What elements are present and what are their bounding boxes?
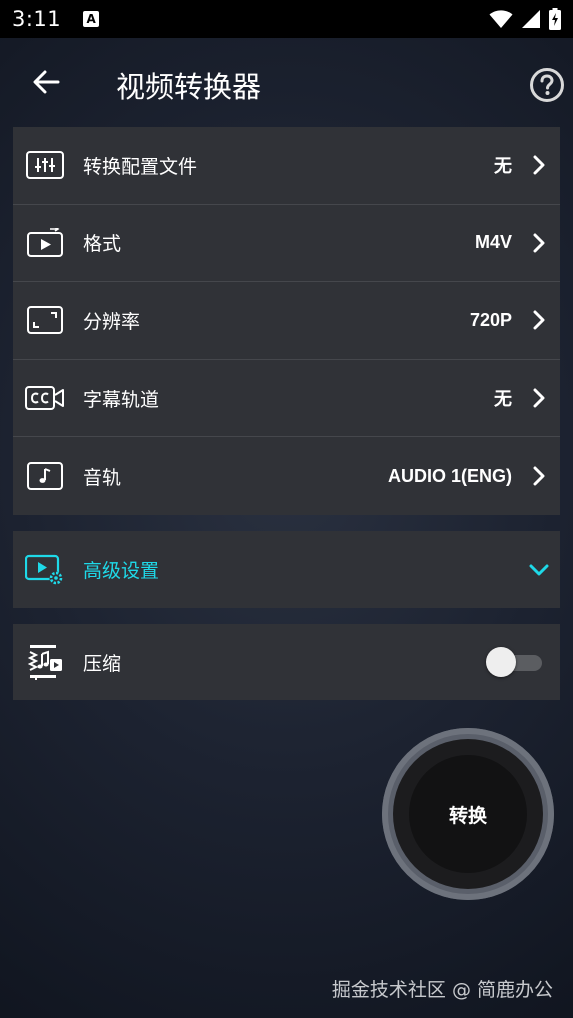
status-bar: 3:11 A — [0, 0, 573, 38]
setting-value: M4V — [474, 232, 512, 253]
convert-button[interactable]: 转换 — [409, 755, 527, 873]
compress-icon — [27, 645, 62, 680]
compress-card: 压缩 — [13, 624, 560, 700]
setting-label: 转换配置文件 — [83, 155, 198, 178]
chevron-right-icon — [533, 310, 545, 330]
watermark-text: 掘金技术社区 @ 简鹿办公 — [331, 979, 553, 1001]
app-bar: 视频转换器 — [0, 38, 573, 126]
setting-value: AUDIO 1(ENG) — [387, 465, 512, 486]
video-format-icon — [27, 227, 63, 257]
setting-row-audio[interactable]: 音轨 AUDIO 1(ENG) — [13, 437, 560, 515]
setting-row-subtitle[interactable]: 字幕轨道 无 — [13, 360, 560, 438]
advanced-settings-card[interactable]: 高级设置 — [13, 531, 560, 608]
page-title: 视频转换器 — [116, 70, 262, 104]
advanced-settings-row[interactable]: 高级设置 — [13, 531, 560, 608]
toggle-knob — [486, 647, 516, 677]
setting-label: 字幕轨道 — [83, 388, 160, 411]
setting-label: 音轨 — [83, 466, 122, 489]
compress-toggle[interactable] — [486, 647, 542, 677]
setting-value: 720P — [469, 309, 512, 330]
cell-signal-icon — [522, 10, 540, 28]
compress-label: 压缩 — [83, 652, 122, 675]
wifi-icon — [489, 10, 513, 28]
compress-row[interactable]: 压缩 — [13, 624, 560, 700]
help-circle-icon — [530, 68, 564, 102]
setting-row-format[interactable]: 格式 M4V — [13, 205, 560, 283]
back-button[interactable] — [24, 60, 68, 104]
subtitle-cc-icon — [25, 386, 64, 411]
chevron-down-icon — [529, 564, 549, 575]
status-icons — [489, 8, 561, 30]
resolution-icon — [27, 306, 63, 335]
convert-button-outer: 转换 — [393, 739, 543, 889]
help-button[interactable] — [526, 64, 568, 106]
setting-value: 无 — [494, 156, 512, 177]
advanced-settings-label: 高级设置 — [83, 560, 160, 582]
status-time: 3:11 — [12, 7, 62, 31]
setting-row-resolution[interactable]: 分辨率 720P — [13, 282, 560, 360]
setting-label: 格式 — [83, 233, 122, 256]
settings-card: 转换配置文件 无 格式 M4V 分辨率 720P 字幕轨道 无 音轨 AUDIO… — [13, 127, 560, 515]
video-settings-icon — [25, 554, 63, 584]
convert-button-ring: 转换 — [382, 728, 554, 900]
setting-row-profile[interactable]: 转换配置文件 无 — [13, 127, 560, 205]
chevron-right-icon — [533, 233, 545, 253]
notification-icon: A — [83, 11, 100, 27]
setting-label: 分辨率 — [83, 310, 141, 333]
chevron-right-icon — [533, 155, 545, 175]
battery-charging-icon — [549, 8, 561, 30]
sliders-icon — [26, 151, 64, 180]
arrow-left-icon — [33, 70, 60, 94]
chevron-right-icon — [533, 388, 545, 408]
music-note-icon — [27, 462, 63, 491]
setting-value: 无 — [494, 389, 512, 410]
chevron-right-icon — [533, 466, 545, 486]
